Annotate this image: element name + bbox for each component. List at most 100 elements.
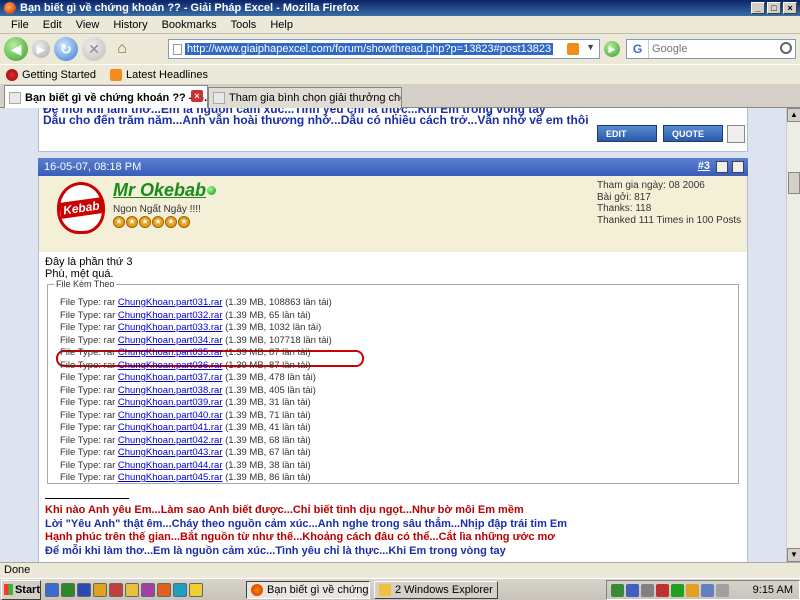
stop-button[interactable]: ✕ [82,37,106,61]
tray-icon[interactable] [641,583,654,597]
attachment-row: File Type: rar ChungKhoan.part045.rar (1… [60,472,311,483]
excel-icon[interactable] [61,582,75,597]
tray-icon[interactable] [701,583,714,597]
menu-view[interactable]: View [69,19,107,31]
attachment-link[interactable]: ChungKhoan.part036.rar [118,360,223,371]
tab-inactive[interactable]: Tham gia bình chọn giải thưởng cho ng... [208,87,402,108]
back-button[interactable]: ◀ [4,37,28,61]
post-message: Đây là phần thứ 3 Phù, mệt quá. [45,256,132,280]
address-bar[interactable]: http://www.giaiphapexcel.com/forum/showt… [168,39,600,59]
word-icon[interactable] [77,582,91,597]
tray-icon[interactable] [611,583,624,597]
rss-feed-icon[interactable] [567,43,579,55]
attachment-link[interactable]: ChungKhoan.part039.rar [118,397,223,408]
attachment-link[interactable]: ChungKhoan.part040.rar [118,410,223,421]
google-engine-icon[interactable]: G [627,40,649,58]
folder-icon[interactable] [93,582,107,597]
bookmark-getting-started[interactable]: Getting Started [6,68,96,81]
start-button[interactable]: Start [1,579,41,600]
rank-star-icon: ★ [152,216,164,228]
tab-label: Bạn biết gì về chứng khoán ?? - G... [25,91,208,104]
attachment-row: File Type: rar ChungKhoan.part032.rar (1… [60,310,311,321]
search-box[interactable]: G [626,39,796,59]
close-button[interactable]: × [783,2,797,14]
attachment-link[interactable]: ChungKhoan.part032.rar [118,310,223,321]
file-type-label: File Type: rar [60,297,116,308]
menu-edit[interactable]: Edit [36,19,69,31]
taskbar-button-label: 2 Windows Explorer [395,584,493,596]
app-icon[interactable] [125,582,139,597]
multi-quote-icon[interactable] [727,125,745,143]
attachment-link[interactable]: ChungKhoan.part044.rar [118,460,223,471]
previous-post-signature: Để mỗi khi làm thơ...Em là nguồn cảm xúc… [38,108,748,152]
scroll-thumb[interactable] [788,172,800,194]
app-icon[interactable] [173,582,187,597]
url-text[interactable]: http://www.giaiphapexcel.com/forum/showt… [185,43,554,55]
home-button[interactable]: ⌂ [110,37,134,61]
firefox-icon [251,584,263,596]
powerpoint-icon[interactable] [109,582,123,597]
scroll-down-icon[interactable]: ▼ [787,548,800,562]
volume-icon[interactable] [716,583,729,597]
menu-file[interactable]: File [4,19,36,31]
tray-icon[interactable] [671,583,684,597]
file-type-label: File Type: rar [60,359,116,371]
start-label: Start [14,583,40,596]
file-type-label: File Type: rar [60,447,116,458]
vertical-scrollbar[interactable]: ▲ ▼ [786,108,800,562]
attachments-box: File Kèm Theo File Type: rar ChungKhoan.… [47,279,739,484]
tray-icon[interactable] [686,583,699,597]
menu-help[interactable]: Help [263,19,300,31]
file-type-label: File Type: rar [60,409,116,421]
attachment-link[interactable]: ChungKhoan.part043.rar [118,447,223,458]
close-tab-icon[interactable]: × [191,90,203,102]
attachment-link[interactable]: ChungKhoan.part037.rar [118,372,223,383]
maximize-button[interactable]: □ [767,2,781,14]
taskbar-explorer-button[interactable]: 2 Windows Explorer [374,581,498,599]
select-post-icon[interactable] [732,161,744,173]
attachment-row: File Type: rar ChungKhoan.part043.rar (1… [60,447,311,458]
attachment-link[interactable]: ChungKhoan.part041.rar [118,422,223,433]
taskbar: Start Bạn biết gì về chứng ... 2 Windows… [0,578,800,600]
attachment-link[interactable]: ChungKhoan.part035.rar [118,347,223,358]
forward-button[interactable]: ▶ [32,40,50,58]
user-stats: Tham gia ngày: 08 2006 Bài gởi: 817 Than… [597,180,741,226]
user-rank-stars: ★ ★ ★ ★ ★ ★ [113,216,190,228]
firefox-icon [4,2,16,14]
go-button[interactable]: ▶ [604,41,620,57]
search-input[interactable] [649,43,769,55]
menu-history[interactable]: History [106,19,154,31]
menu-tools[interactable]: Tools [224,19,264,31]
attachment-link[interactable]: ChungKhoan.part042.rar [118,435,223,446]
taskbar-firefox-button[interactable]: Bạn biết gì về chứng ... [246,581,370,599]
bookmark-latest-headlines[interactable]: Latest Headlines [110,68,208,81]
file-type-label: File Type: rar [60,384,116,396]
attachment-link[interactable]: ChungKhoan.part045.rar [118,472,223,483]
attachment-link[interactable]: ChungKhoan.part038.rar [118,385,223,396]
quick-launch [45,582,203,597]
url-dropdown-icon[interactable]: ▼ [586,42,595,52]
post-number-link[interactable]: #3 [698,160,710,172]
folder-icon[interactable] [189,582,203,597]
menu-bar: File Edit View History Bookmarks Tools H… [0,16,800,34]
firefox-icon[interactable] [157,582,171,597]
scroll-up-icon[interactable]: ▲ [787,108,800,122]
minimize-button[interactable]: _ [751,2,765,14]
attachment-row: File Type: rar ChungKhoan.part033.rar (1… [60,322,321,333]
attachment-link[interactable]: ChungKhoan.part033.rar [118,322,223,333]
edit-button[interactable]: EDIT [597,125,657,142]
app-icon[interactable] [141,582,155,597]
menu-bookmarks[interactable]: Bookmarks [155,19,224,31]
reload-button[interactable]: ↻ [54,37,78,61]
tab-active[interactable]: Bạn biết gì về chứng khoán ?? - G... × [4,85,208,109]
ie-icon[interactable] [45,582,59,597]
quote-button[interactable]: QUOTE [663,125,723,142]
attachment-link[interactable]: ChungKhoan.part031.rar [118,297,223,308]
tray-icon[interactable] [656,583,669,597]
file-type-label: File Type: rar [60,472,116,483]
report-icon[interactable] [716,161,728,173]
search-icon[interactable] [780,42,792,54]
attachment-link[interactable]: ChungKhoan.part034.rar [118,335,223,346]
tray-icon[interactable] [626,583,639,597]
username-link[interactable]: Mr Okebab [113,180,206,201]
